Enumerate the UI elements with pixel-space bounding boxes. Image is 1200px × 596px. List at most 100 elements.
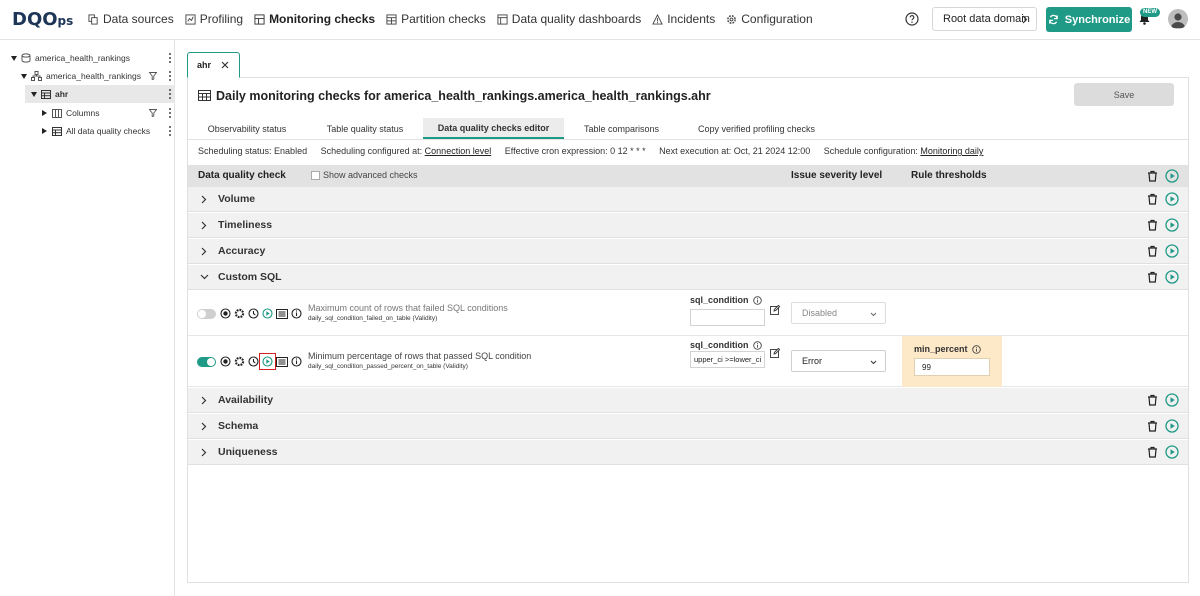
save-button[interactable]: Save <box>1074 83 1174 106</box>
avatar[interactable] <box>1168 9 1188 29</box>
sql-condition-input[interactable]: upper_ci >=lower_ci <box>690 351 765 368</box>
info-icon[interactable] <box>291 308 302 319</box>
tab-label: ahr <box>197 60 212 70</box>
trash-icon[interactable] <box>1147 193 1158 205</box>
severity-select[interactable]: Error <box>791 350 886 372</box>
category-uniqueness[interactable]: Uniqueness <box>188 440 1188 465</box>
chevron-right-icon[interactable] <box>201 448 207 457</box>
chevron-right-icon[interactable] <box>201 422 207 431</box>
monitoring-daily-link[interactable]: Monitoring daily <box>920 146 983 156</box>
chevron-right-icon[interactable] <box>201 396 207 405</box>
caret-down-icon[interactable] <box>31 91 37 97</box>
chevron-right-icon[interactable] <box>201 195 207 204</box>
chevron-down-icon[interactable] <box>200 274 209 280</box>
trash-icon[interactable] <box>1147 170 1158 182</box>
run-icon[interactable] <box>1165 192 1179 206</box>
schedule-clock-icon[interactable] <box>248 356 259 367</box>
caret-right-icon[interactable] <box>42 128 47 134</box>
category-availability[interactable]: Availability <box>188 388 1188 413</box>
tab-checks-editor[interactable]: Data quality checks editor <box>423 118 564 139</box>
nav-partition-checks[interactable]: Partition checks <box>386 12 486 26</box>
info-icon[interactable] <box>971 344 981 354</box>
chevron-right-icon[interactable] <box>201 221 207 230</box>
info-icon[interactable] <box>291 356 302 367</box>
schedule-clock-icon[interactable] <box>248 308 259 319</box>
table-tab[interactable]: ahr <box>187 52 240 78</box>
info-icon[interactable] <box>752 340 762 350</box>
show-advanced-checks[interactable]: Show advanced checks <box>311 170 418 180</box>
record-icon[interactable] <box>220 308 231 319</box>
nav-incidents[interactable]: Incidents <box>652 12 715 26</box>
check-enable-toggle[interactable] <box>197 308 216 319</box>
settings-icon[interactable] <box>234 308 245 319</box>
caret-right-icon[interactable] <box>42 110 47 116</box>
more-vertical-icon[interactable] <box>169 89 171 99</box>
category-schema[interactable]: Schema <box>188 414 1188 439</box>
category-timeliness[interactable]: Timeliness <box>188 213 1188 238</box>
run-check-icon[interactable] <box>262 308 273 319</box>
min-percent-input[interactable]: 99 <box>914 358 990 376</box>
close-icon[interactable] <box>221 61 229 69</box>
data-domain-button[interactable]: Root data domain <box>932 7 1037 31</box>
settings-icon[interactable] <box>234 356 245 367</box>
header-severity: Issue severity level <box>791 170 883 181</box>
trash-icon[interactable] <box>1147 245 1158 257</box>
trash-icon[interactable] <box>1147 271 1158 283</box>
category-custom-sql[interactable]: Custom SQL <box>188 265 1188 290</box>
check-title: Maximum count of rows that failed SQL co… <box>308 303 508 313</box>
category-name: Timeliness <box>218 219 273 231</box>
sql-condition-input[interactable] <box>690 309 765 326</box>
trash-icon[interactable] <box>1147 219 1158 231</box>
caret-down-icon[interactable] <box>21 73 27 79</box>
caret-down-icon[interactable] <box>11 55 17 61</box>
run-icon[interactable] <box>1165 244 1179 258</box>
more-vertical-icon[interactable] <box>169 126 171 136</box>
tree-item-schema[interactable]: america_health_rankings <box>0 67 175 85</box>
filter-icon[interactable] <box>149 72 157 80</box>
run-icon[interactable] <box>1165 169 1179 183</box>
edit-icon[interactable] <box>770 348 780 358</box>
trash-icon[interactable] <box>1147 446 1158 458</box>
results-icon[interactable] <box>276 356 288 367</box>
info-icon[interactable] <box>752 295 762 305</box>
edit-icon[interactable] <box>770 305 780 315</box>
nav-configuration[interactable]: Configuration <box>726 12 813 26</box>
tree-item-connection[interactable]: america_health_rankings <box>0 49 175 67</box>
more-vertical-icon[interactable] <box>169 53 171 63</box>
tree-item-all-checks[interactable]: All data quality checks <box>0 122 175 140</box>
category-volume[interactable]: Volume <box>188 187 1188 212</box>
nav-data-sources[interactable]: Data sources <box>88 12 174 26</box>
more-vertical-icon[interactable] <box>169 71 171 81</box>
more-vertical-icon[interactable] <box>169 108 171 118</box>
chevron-right-icon[interactable] <box>201 247 207 256</box>
severity-select[interactable]: Disabled <box>791 302 886 324</box>
nav-monitoring-checks[interactable]: Monitoring checks <box>254 12 375 26</box>
filter-icon[interactable] <box>149 109 157 117</box>
advanced-checkbox[interactable] <box>311 170 320 180</box>
results-icon[interactable] <box>276 308 288 319</box>
category-accuracy[interactable]: Accuracy <box>188 239 1188 264</box>
run-icon[interactable] <box>1165 445 1179 459</box>
check-enable-toggle[interactable] <box>197 356 216 367</box>
nav-profiling[interactable]: Profiling <box>185 12 243 26</box>
connection-level-link[interactable]: Connection level <box>425 146 492 156</box>
nav-dashboards[interactable]: Data quality dashboards <box>497 12 641 26</box>
tree-item-columns[interactable]: Columns <box>0 104 175 122</box>
record-icon[interactable] <box>220 356 231 367</box>
run-icon[interactable] <box>1165 270 1179 284</box>
run-icon[interactable] <box>1165 393 1179 407</box>
run-check-icon[interactable] <box>259 353 276 370</box>
help-icon[interactable] <box>905 12 919 26</box>
tab-observability-status[interactable]: Observability status <box>188 118 306 139</box>
trash-icon[interactable] <box>1147 394 1158 406</box>
tab-table-quality-status[interactable]: Table quality status <box>306 118 424 139</box>
run-icon[interactable] <box>1165 218 1179 232</box>
check-controls <box>197 353 305 370</box>
trash-icon[interactable] <box>1147 420 1158 432</box>
tree-item-table-ahr[interactable]: ahr <box>25 85 175 103</box>
synchronize-button[interactable]: Synchronize <box>1046 7 1132 32</box>
run-icon[interactable] <box>1165 419 1179 433</box>
tab-copy-profiling-checks[interactable]: Copy verified profiling checks <box>679 118 834 139</box>
tab-table-comparisons[interactable]: Table comparisons <box>564 118 679 139</box>
app-logo[interactable]: DQOps <box>12 11 73 30</box>
